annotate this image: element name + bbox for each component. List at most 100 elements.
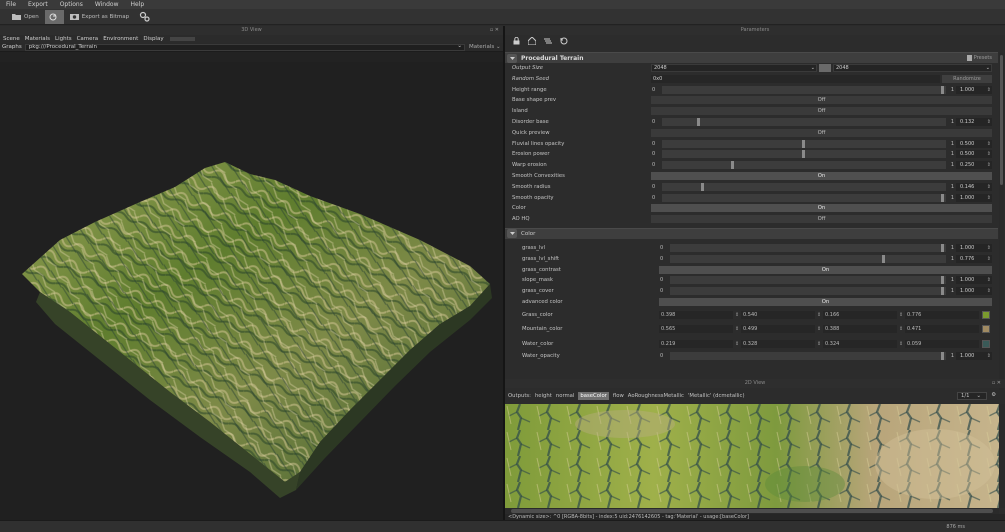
slider-knob[interactable] (941, 276, 945, 285)
spin-arrows-icon[interactable]: ⇕ (987, 244, 991, 252)
slider-track[interactable] (662, 139, 946, 148)
tab-normal[interactable]: normal (556, 393, 575, 399)
import-preset-button[interactable] (540, 37, 556, 45)
slider-track[interactable] (662, 193, 946, 202)
color-swatch[interactable] (982, 339, 990, 348)
collapse-icon[interactable] (507, 229, 517, 239)
collapse-icon[interactable] (507, 53, 517, 63)
zoom-dropdown[interactable]: 1/1 ⌄ (957, 392, 987, 400)
output-width-dropdown[interactable]: 2048 ⌄ (651, 64, 817, 72)
color-r-input[interactable]: 0.219 (659, 339, 733, 348)
color-swatch[interactable] (982, 310, 990, 319)
slider-knob[interactable] (802, 139, 805, 148)
color-g-input[interactable]: 0.499 (741, 325, 815, 334)
preview-vertical-scrollbar[interactable] (999, 404, 1005, 508)
spin-arrows-icon[interactable]: ⇕ (987, 183, 991, 191)
scrollbar-thumb[interactable] (511, 509, 993, 513)
slider-track[interactable] (670, 276, 946, 285)
slider-knob[interactable] (701, 182, 705, 191)
color-g-input[interactable]: 0.540 (741, 310, 815, 319)
toggle-button[interactable]: On (651, 171, 992, 180)
slider-track[interactable] (662, 150, 946, 159)
slider-track[interactable] (662, 182, 946, 191)
spin-arrows-icon[interactable]: ⇕ (987, 255, 991, 263)
toggle-button[interactable]: Off (651, 107, 992, 116)
tab-aoroughnessmetallic[interactable]: AoRoughnessMetallic (628, 393, 684, 399)
export-preset-button[interactable] (524, 37, 540, 45)
toggle-button[interactable]: Off (651, 215, 992, 224)
toggle-button[interactable]: On (659, 265, 992, 274)
scrollbar-thumb[interactable] (1000, 55, 1003, 185)
section-color[interactable]: Color (505, 227, 998, 239)
export-bitmap-button[interactable]: Export as Bitmap (66, 10, 133, 24)
color-a-input[interactable]: 0.059 (905, 339, 979, 348)
slider-knob[interactable] (802, 150, 805, 159)
spin-arrows-icon[interactable]: ⇕ (987, 161, 991, 169)
spin-arrows-icon[interactable]: ⇕ (987, 86, 991, 94)
materials-dropdown[interactable]: Materials ⌄ (465, 44, 503, 50)
spin-arrows-icon[interactable]: ⇕ (987, 287, 991, 295)
slider-track[interactable] (670, 352, 946, 361)
slider-track[interactable] (670, 287, 946, 296)
slider-knob[interactable] (941, 243, 945, 252)
tab-flow[interactable]: flow (613, 393, 624, 399)
color-b-input[interactable]: 0.324 (823, 339, 897, 348)
spin-arrows-icon[interactable]: ⇕ (899, 325, 903, 333)
basecolor-2d-preview[interactable] (505, 404, 999, 508)
spin-arrows-icon[interactable]: ⇕ (987, 118, 991, 126)
lock-button[interactable] (508, 37, 524, 45)
menu-file[interactable]: File (0, 1, 22, 8)
view3d-menu-lights[interactable]: Lights (52, 36, 74, 42)
spin-arrows-icon[interactable]: ⇕ (817, 340, 821, 348)
view3d-menu-environment[interactable]: Environment (100, 36, 140, 42)
toggle-button[interactable]: On (651, 204, 992, 213)
view3d-menu-display[interactable]: Display (140, 36, 165, 42)
view3d-menu-scene[interactable]: Scene (0, 36, 22, 42)
pane-controls-icon[interactable]: ▫ ✕ (490, 26, 499, 35)
tab-height[interactable]: height (535, 393, 552, 399)
slider-track[interactable] (662, 117, 946, 126)
view3d-menu-camera[interactable]: Camera (74, 36, 101, 42)
spin-arrows-icon[interactable]: ⇕ (987, 140, 991, 148)
refresh-button[interactable] (44, 9, 64, 24)
slider-knob[interactable] (697, 117, 701, 126)
color-b-input[interactable]: 0.166 (823, 310, 897, 319)
settings-button[interactable] (135, 10, 157, 24)
spin-arrows-icon[interactable]: ⇕ (987, 194, 991, 202)
spin-arrows-icon[interactable]: ⇕ (899, 311, 903, 319)
color-b-input[interactable]: 0.388 (823, 325, 897, 334)
color-r-input[interactable]: 0.565 (659, 325, 733, 334)
slider-track[interactable] (662, 161, 946, 170)
slider-track[interactable] (662, 85, 946, 94)
color-g-input[interactable]: 0.328 (741, 339, 815, 348)
tab-basecolor[interactable]: baseColor (578, 392, 609, 400)
spin-arrows-icon[interactable]: ⇕ (735, 325, 739, 333)
output-height-dropdown[interactable]: 2048 ⌄ (833, 64, 992, 72)
graph-dropdown[interactable]: pkg:///Procedural_Terrain ⌄ (24, 43, 465, 51)
link-size-button[interactable] (819, 64, 831, 72)
toggle-button[interactable]: Off (651, 96, 992, 105)
spin-arrows-icon[interactable]: ⇕ (817, 311, 821, 319)
toggle-button[interactable]: On (659, 297, 992, 306)
open-button[interactable]: Open (8, 10, 43, 24)
spin-arrows-icon[interactable]: ⇕ (735, 340, 739, 348)
slider-knob[interactable] (941, 193, 945, 202)
view-settings-icon[interactable]: ⚙ (991, 392, 996, 398)
seed-input[interactable]: 0x0 (651, 74, 940, 83)
section-procedural-terrain[interactable]: Procedural Terrain Presets (505, 52, 998, 63)
slider-track[interactable] (670, 254, 946, 263)
toggle-button[interactable]: Off (651, 128, 992, 137)
spin-arrows-icon[interactable]: ⇕ (987, 150, 991, 158)
terrain-3d-viewport[interactable] (0, 62, 503, 520)
tab-metallic[interactable]: 'Metallic' (dcmetallic) (688, 393, 745, 399)
slider-knob[interactable] (941, 287, 945, 296)
parameters-scrollbar[interactable] (999, 53, 1004, 398)
slider-knob[interactable] (941, 85, 945, 94)
reset-button[interactable] (556, 37, 572, 45)
view3d-menu-materials[interactable]: Materials (22, 36, 52, 42)
menu-window[interactable]: Window (89, 1, 125, 8)
menu-help[interactable]: Help (125, 1, 151, 8)
spin-arrows-icon[interactable]: ⇕ (987, 276, 991, 284)
randomize-button[interactable]: Randomize (942, 74, 992, 83)
menu-export[interactable]: Export (22, 1, 54, 8)
